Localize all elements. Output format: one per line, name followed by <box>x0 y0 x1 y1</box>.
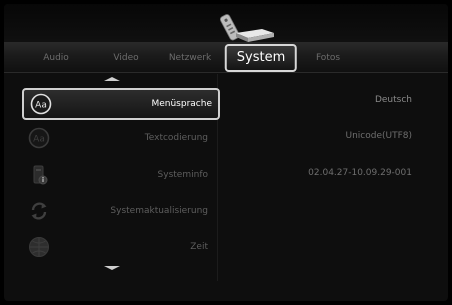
scroll-up-icon[interactable] <box>104 77 120 81</box>
tab-audio[interactable]: Audio <box>43 53 69 63</box>
system-device-icon <box>219 14 274 42</box>
tab-netzwerk[interactable]: Netzwerk <box>169 53 211 63</box>
svg-text:Aa: Aa <box>35 101 47 111</box>
menu-item-zeit[interactable]: Zeit <box>22 233 216 261</box>
scroll-down-icon[interactable] <box>104 266 120 270</box>
menu-item-textcodierung[interactable]: Aa Textcodierung <box>22 124 216 152</box>
value-menusprache: Deutsch <box>374 95 412 105</box>
menu-item-systeminfo[interactable]: Systeminfo <box>22 161 216 189</box>
menu-label: Menüsprache <box>151 99 212 109</box>
menu-label: Zeit <box>190 242 208 252</box>
time-icon <box>29 237 49 257</box>
menu-item-systemaktualisierung[interactable]: Systemaktualisierung <box>22 197 216 225</box>
language-icon: Aa <box>30 93 52 115</box>
system-update-icon <box>31 202 47 220</box>
menu-item-menusprache[interactable]: Aa Menüsprache <box>22 88 220 120</box>
value-systeminfo: 02.04.27-10.09.29-001 <box>308 168 412 178</box>
svg-text:Aa: Aa <box>33 135 45 145</box>
text-encoding-icon: Aa <box>28 127 50 149</box>
settings-screen: Audio Video Netzwerk System Fotos Aa Men… <box>4 4 448 301</box>
tab-fotos[interactable]: Fotos <box>316 53 340 63</box>
system-info-icon <box>33 165 48 185</box>
menu-label: Systeminfo <box>157 170 208 180</box>
menu-label: Systemaktualisierung <box>110 206 208 216</box>
tab-system[interactable]: System <box>224 44 298 72</box>
tab-video[interactable]: Video <box>113 53 138 63</box>
value-textcodierung: Unicode(UTF8) <box>345 131 412 141</box>
menu-label: Textcodierung <box>144 133 208 143</box>
